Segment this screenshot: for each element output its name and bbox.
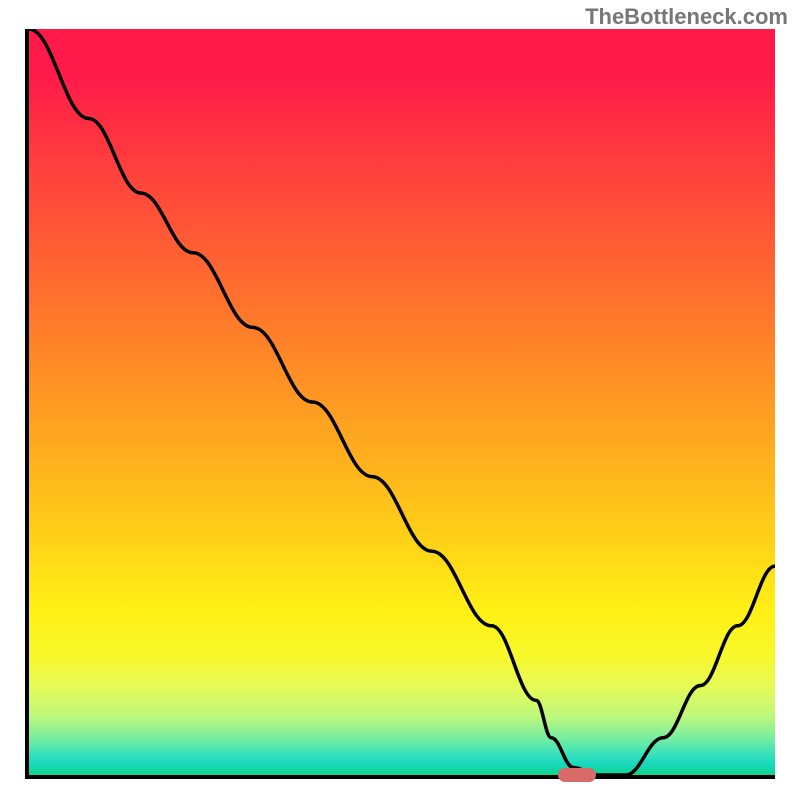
gradient-background: [29, 29, 775, 775]
optimal-marker: [558, 768, 596, 782]
plot-area: [25, 29, 775, 779]
watermark-text: TheBottleneck.com: [585, 4, 788, 30]
